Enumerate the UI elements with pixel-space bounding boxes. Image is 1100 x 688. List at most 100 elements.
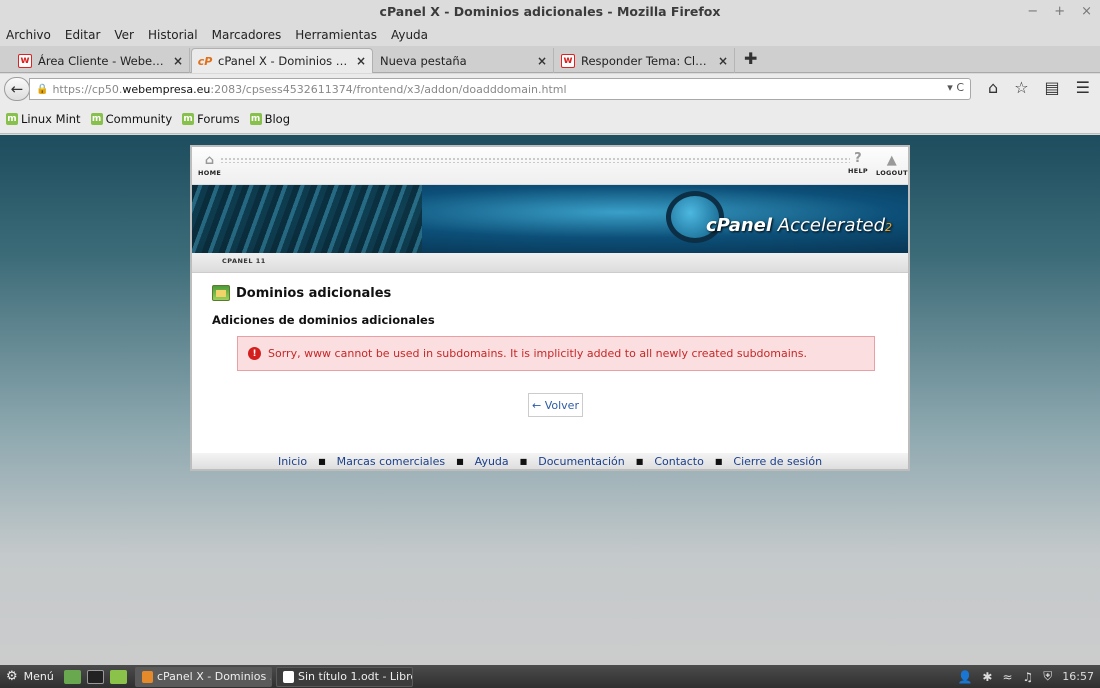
- menu-marcadores[interactable]: Marcadores: [212, 28, 282, 42]
- mint-icon: m: [6, 112, 18, 125]
- mint-icon: m: [90, 112, 103, 125]
- menu-herramientas[interactable]: Herramientas: [295, 28, 377, 42]
- page-title: Dominios adicionales: [212, 285, 391, 301]
- footer-link-cierre-sesion[interactable]: Cierre de sesión: [733, 455, 822, 468]
- url-bar[interactable]: 🔒 https://cp50. webempresa.eu:2083/cpsess…: [29, 78, 971, 100]
- footer-separator: ■: [519, 456, 528, 466]
- taskbar-item-libreoffice[interactable]: Sin título 1.odt - Libre...: [276, 666, 413, 687]
- page-title-text: Dominios adicionales: [236, 285, 392, 301]
- cpanel-footer: Inicio ■ Marcas comerciales ■ Ayuda ■ Do…: [192, 453, 908, 469]
- tab-title: Responder Tema: Clonar ...: [581, 53, 712, 68]
- footer-link-ayuda[interactable]: Ayuda: [475, 455, 509, 468]
- bluetooth-icon[interactable]: ✱: [982, 670, 992, 684]
- menubar: Archivo Editar Ver Historial Marcadores …: [0, 24, 1100, 46]
- bookmark-label: Forums: [197, 111, 240, 126]
- footer-link-documentacion[interactable]: Documentación: [538, 455, 625, 468]
- new-tab-icon[interactable]: ✚: [744, 49, 757, 68]
- back-arrow-icon[interactable]: ←: [4, 77, 30, 101]
- footer-link-contacto[interactable]: Contacto: [654, 455, 704, 468]
- task-label: cPanel X - Dominios ...: [157, 670, 272, 683]
- bookmark-label: Linux Mint: [21, 111, 81, 126]
- files-folder-icon[interactable]: [110, 669, 127, 684]
- taskbar-item-firefox[interactable]: cPanel X - Dominios ...: [135, 666, 272, 687]
- bookmark-linux-mint[interactable]: m Linux Mint: [6, 112, 81, 126]
- logout-label: LOGOUT: [876, 169, 908, 177]
- bookmark-star-icon[interactable]: ☆: [1014, 78, 1028, 97]
- show-desktop-icon[interactable]: [64, 669, 81, 684]
- tab-cpanel[interactable]: cP cPanel X - Dominios adici... ×: [191, 48, 373, 73]
- start-menu-label: Menú: [23, 670, 54, 683]
- home-icon[interactable]: ⌂: [988, 78, 998, 97]
- close-window-button[interactable]: ×: [1081, 0, 1092, 24]
- bookmark-community[interactable]: m Community: [90, 111, 173, 126]
- menu-editar[interactable]: Editar: [65, 28, 101, 42]
- tab-responder-tema[interactable]: w Responder Tema: Clonar ... ×: [555, 48, 735, 73]
- addon-domains-icon: [212, 285, 230, 301]
- bookmark-blog[interactable]: m Blog: [249, 111, 290, 126]
- tab-title: Área Cliente - Webempre...: [38, 53, 167, 68]
- error-alert: ! Sorry, www cannot be used in subdomain…: [237, 336, 875, 371]
- menu-ver[interactable]: Ver: [114, 28, 134, 42]
- bookmark-forums[interactable]: m Forums: [182, 111, 240, 126]
- tab-close-icon[interactable]: ×: [173, 54, 183, 68]
- help-icon: ?: [854, 151, 862, 166]
- reading-list-icon[interactable]: ▤: [1045, 78, 1060, 97]
- home-icon: ⌂: [204, 153, 215, 168]
- home-link[interactable]: ⌂ HOME: [198, 153, 221, 177]
- logout-link[interactable]: ▲ LOGOUT: [876, 153, 908, 177]
- volver-button[interactable]: ← Volver: [528, 393, 583, 417]
- page-viewport: ⌂ HOME ? HELP ▲ LOGOUT cPanel Accelerate…: [0, 135, 1100, 665]
- url-path: :2083/cpsess4532611374/frontend/x3/addon…: [210, 82, 567, 96]
- footer-separator: ■: [456, 456, 464, 466]
- brand-version: 2: [885, 221, 893, 234]
- mint-icon: m: [249, 112, 262, 125]
- wifi-icon[interactable]: ≈: [1002, 670, 1012, 684]
- error-icon: !: [248, 347, 261, 360]
- bookmark-label: Blog: [264, 111, 290, 126]
- navigation-bar: ← 🔒 https://cp50. webempresa.eu:2083/cpse…: [0, 74, 1100, 104]
- user-icon[interactable]: 👤: [957, 670, 972, 684]
- task-label: Sin título 1.odt - Libre...: [298, 670, 412, 683]
- section-subtitle: Adiciones de dominios adicionales: [212, 313, 435, 327]
- tab-close-icon[interactable]: ×: [356, 54, 366, 68]
- menu-ayuda[interactable]: Ayuda: [391, 28, 428, 42]
- system-tray: 👤 ✱ ≈ ♫ ⛨ 16:57: [957, 665, 1094, 688]
- help-link[interactable]: ? HELP: [848, 151, 868, 175]
- logout-icon: ▲: [886, 153, 898, 168]
- cpanel-version: CPANEL 11: [222, 257, 266, 265]
- quick-launch: [64, 669, 127, 684]
- start-menu-button[interactable]: ⚙ Menú: [0, 669, 64, 684]
- bookmark-label: Community: [105, 111, 173, 126]
- tab-nueva-pestana[interactable]: Nueva pestaña ×: [374, 48, 554, 73]
- footer-link-marcas[interactable]: Marcas comerciales: [337, 455, 445, 468]
- tab-close-icon[interactable]: ×: [537, 54, 547, 68]
- tab-area-cliente[interactable]: w Área Cliente - Webempre... ×: [12, 48, 190, 73]
- error-message: Sorry, www cannot be used in subdomains.…: [268, 347, 807, 360]
- url-prefix: https://cp50.: [52, 82, 123, 96]
- clock[interactable]: 16:57: [1062, 670, 1094, 683]
- webempresa-favicon-icon: w: [561, 53, 575, 68]
- tab-title: Nueva pestaña: [380, 53, 467, 68]
- minimize-button[interactable]: −: [1027, 0, 1038, 24]
- url-domain: webempresa.eu: [122, 82, 211, 96]
- brand-cpanel: cPanel: [706, 215, 773, 236]
- footer-separator: ■: [318, 456, 326, 466]
- tab-close-icon[interactable]: ×: [718, 54, 728, 68]
- tab-bar: w Área Cliente - Webempre... × cP cPanel…: [0, 46, 1100, 73]
- footer-link-inicio[interactable]: Inicio: [278, 455, 307, 468]
- network-cables-graphic: [192, 185, 422, 253]
- terminal-icon[interactable]: [87, 669, 104, 684]
- cpanel-subbar: CPANEL 11: [192, 253, 908, 273]
- shield-icon[interactable]: ⛨: [1043, 669, 1052, 684]
- volume-icon[interactable]: ♫: [1023, 670, 1034, 684]
- maximize-button[interactable]: +: [1054, 0, 1065, 24]
- menu-archivo[interactable]: Archivo: [6, 28, 51, 42]
- footer-separator: ■: [635, 456, 644, 466]
- hamburger-menu-icon[interactable]: ☰: [1076, 78, 1090, 97]
- firefox-icon: [142, 670, 153, 683]
- cpanel-favicon-icon: cP: [197, 54, 213, 68]
- bookmarks-bar: m Linux Mint m Community m Forums m Blog: [0, 104, 1100, 134]
- reload-icon[interactable]: ▾ C: [947, 81, 964, 94]
- menu-historial[interactable]: Historial: [148, 28, 198, 42]
- cpanel-banner: cPanel Accelerated2: [192, 185, 908, 253]
